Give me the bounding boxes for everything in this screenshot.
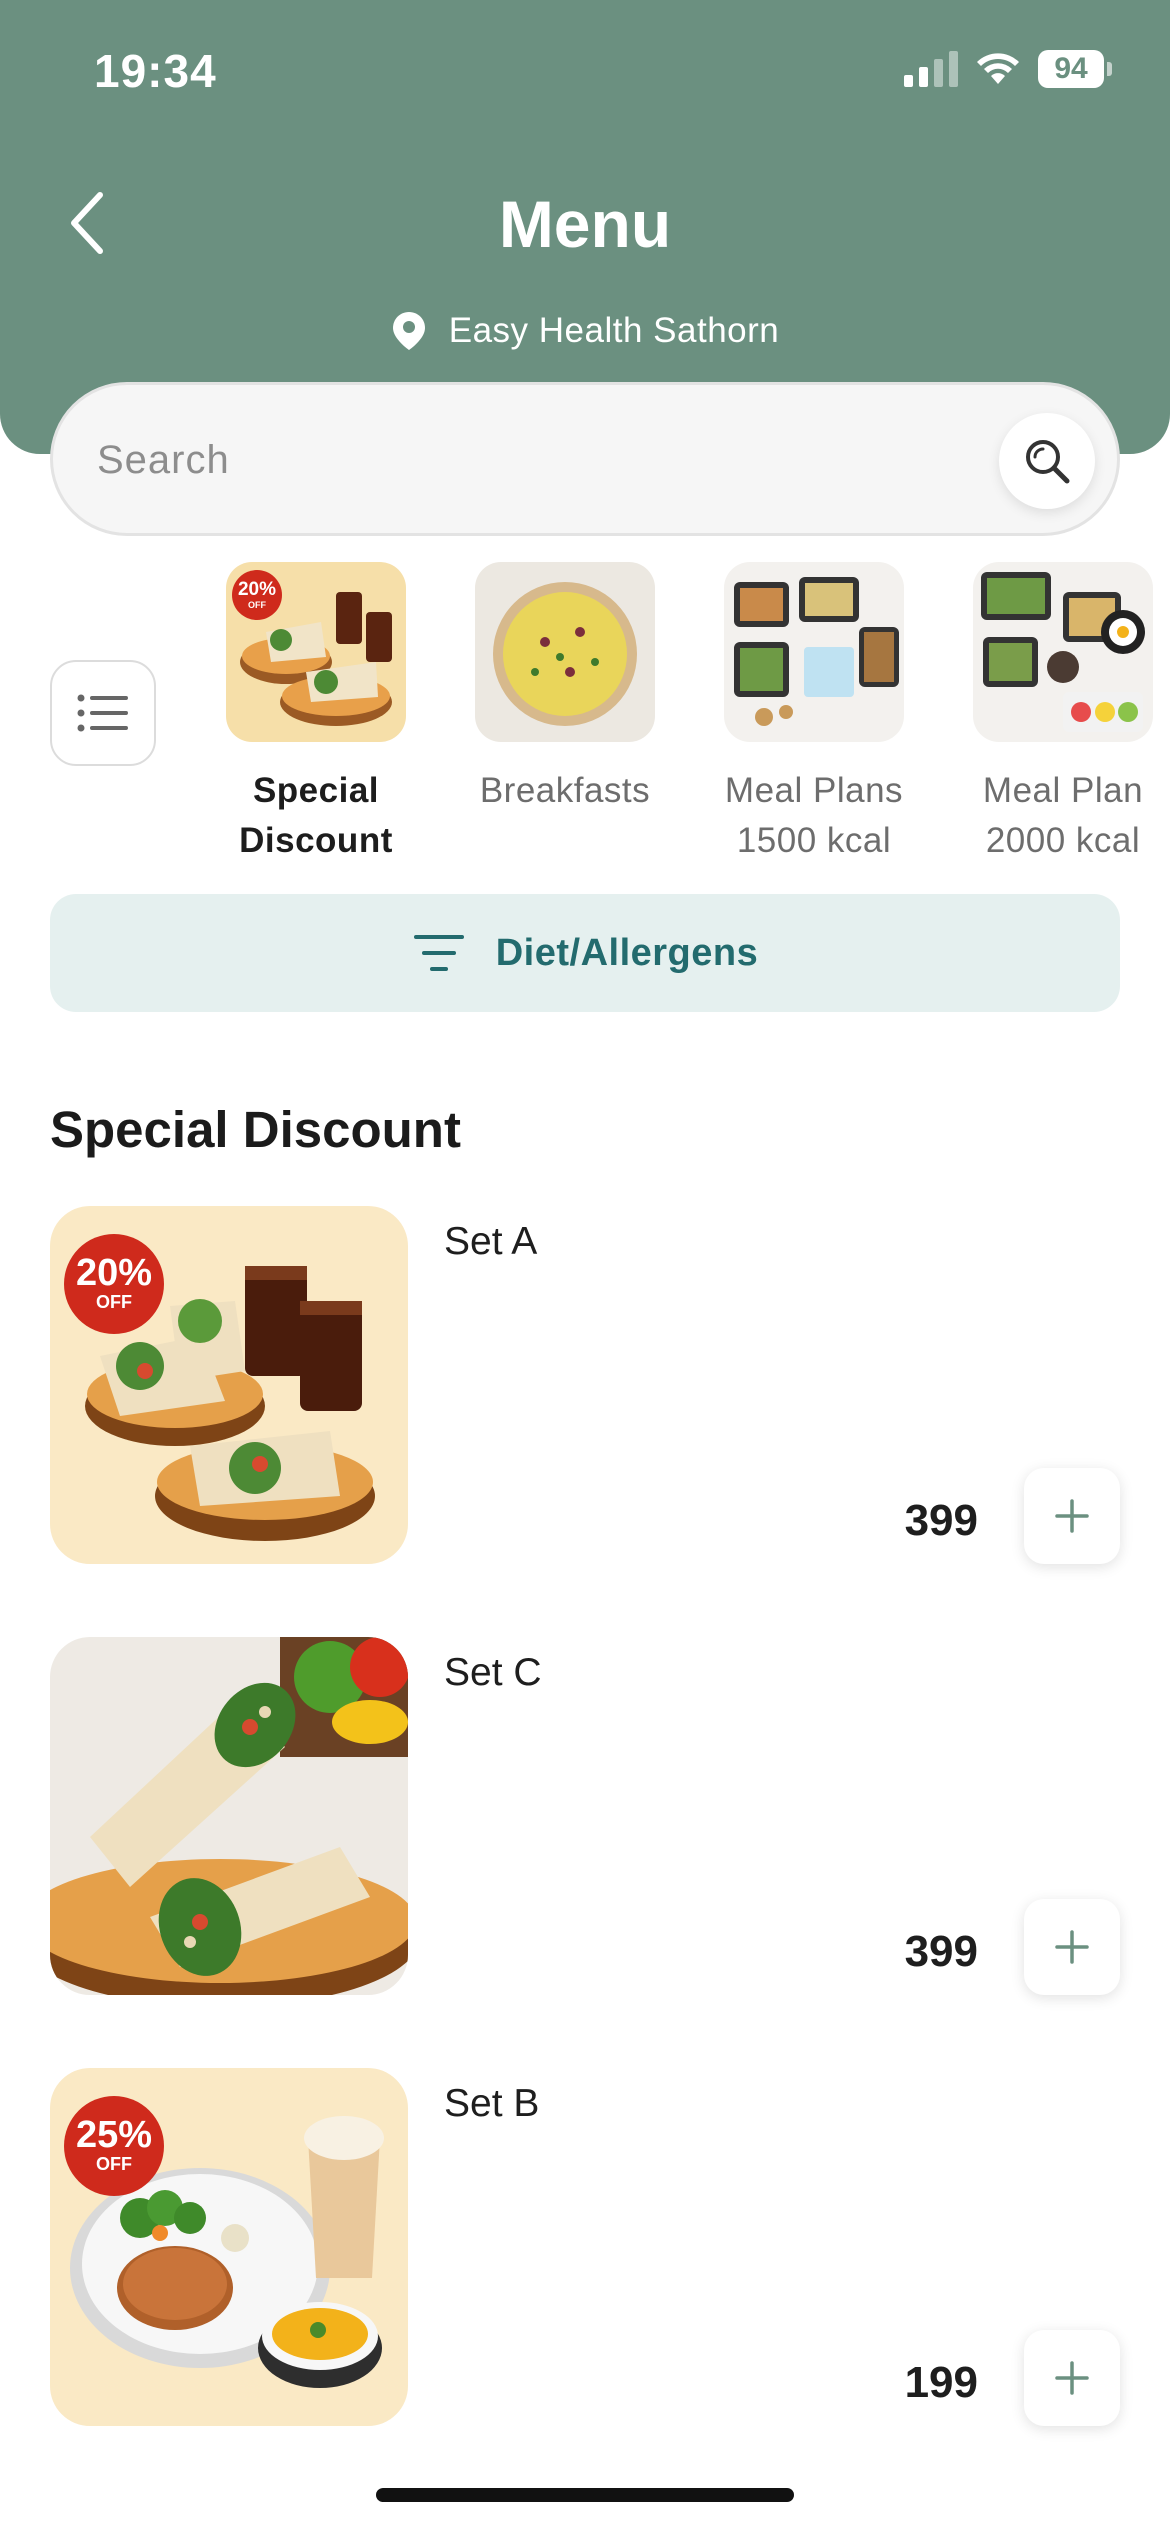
discount-badge: 25% OFF bbox=[64, 2096, 164, 2196]
status-icons: 94 bbox=[904, 50, 1112, 88]
category-label: Meal Plans 1500 kcal bbox=[724, 771, 904, 860]
search-icon bbox=[1026, 440, 1070, 484]
battery-level: 94 bbox=[1038, 50, 1104, 88]
category-label: Special Discount bbox=[239, 771, 393, 860]
item-name: Set C bbox=[444, 1651, 542, 1694]
diet-allergens-label: Diet/Allergens bbox=[495, 931, 759, 974]
menu-item[interactable]: 25% OFF Set B 199 bbox=[50, 2068, 1120, 2428]
category-label: Meal Plan 2000 kcal bbox=[982, 771, 1144, 860]
store-location[interactable]: Easy Health Sathorn bbox=[0, 310, 1170, 352]
status-time: 19:34 bbox=[94, 45, 217, 97]
item-price: 399 bbox=[904, 1927, 978, 1976]
item-image bbox=[50, 1637, 408, 1995]
menu-item[interactable]: Set C 399 bbox=[50, 1637, 1120, 1997]
category-list-button[interactable] bbox=[50, 660, 156, 766]
item-price: 199 bbox=[904, 2358, 978, 2407]
section-title: Special Discount bbox=[50, 1101, 461, 1158]
list-icon bbox=[77, 694, 128, 732]
search-button[interactable] bbox=[999, 413, 1095, 509]
add-to-cart-button[interactable] bbox=[1024, 2330, 1120, 2426]
category-image bbox=[973, 562, 1153, 742]
plus-icon bbox=[1055, 1930, 1089, 1964]
search-input[interactable] bbox=[97, 425, 997, 495]
add-to-cart-button[interactable] bbox=[1024, 1899, 1120, 1995]
category-breakfasts[interactable]: Breakfasts bbox=[465, 562, 665, 816]
item-price: 399 bbox=[904, 1496, 978, 1545]
battery-icon: 94 bbox=[1038, 50, 1112, 88]
filter-icon bbox=[413, 935, 464, 971]
wifi-icon bbox=[977, 53, 1019, 84]
signal-icon bbox=[904, 51, 958, 87]
search-bar bbox=[50, 382, 1120, 536]
item-image: 25% OFF bbox=[50, 2068, 408, 2426]
plus-icon bbox=[1055, 1499, 1089, 1533]
location-label: Easy Health Sathorn bbox=[448, 311, 780, 350]
category-image bbox=[724, 562, 904, 742]
menu-item[interactable]: 20% OFF Set A 399 bbox=[50, 1206, 1120, 1566]
category-meal-plans-1500[interactable]: Meal Plans 1500 kcal bbox=[714, 562, 914, 866]
category-label: Breakfasts bbox=[479, 771, 651, 810]
add-to-cart-button[interactable] bbox=[1024, 1468, 1120, 1564]
location-pin-icon bbox=[392, 312, 425, 350]
category-image bbox=[475, 562, 655, 742]
item-name: Set B bbox=[444, 2082, 540, 2125]
category-discount-badge: 20% bbox=[237, 579, 277, 600]
category-image: 20% OFF bbox=[226, 562, 406, 742]
category-special-discount[interactable]: 20% OFF Special Discount bbox=[216, 562, 416, 866]
home-indicator bbox=[376, 2488, 794, 2502]
page-title: Menu bbox=[498, 187, 672, 261]
item-name: Set A bbox=[444, 1220, 538, 1263]
item-image: 20% OFF bbox=[50, 1206, 408, 1564]
menu-screen: 19:34 94 Menu Easy Health Sathorn Search… bbox=[0, 0, 1170, 2532]
diet-allergens-button[interactable]: Diet/Allergens bbox=[50, 894, 1120, 1012]
discount-badge: 20% OFF bbox=[64, 1234, 164, 1334]
category-meal-plan-2000[interactable]: Meal Plan 2000 kcal bbox=[963, 562, 1163, 866]
plus-icon bbox=[1055, 2361, 1089, 2395]
